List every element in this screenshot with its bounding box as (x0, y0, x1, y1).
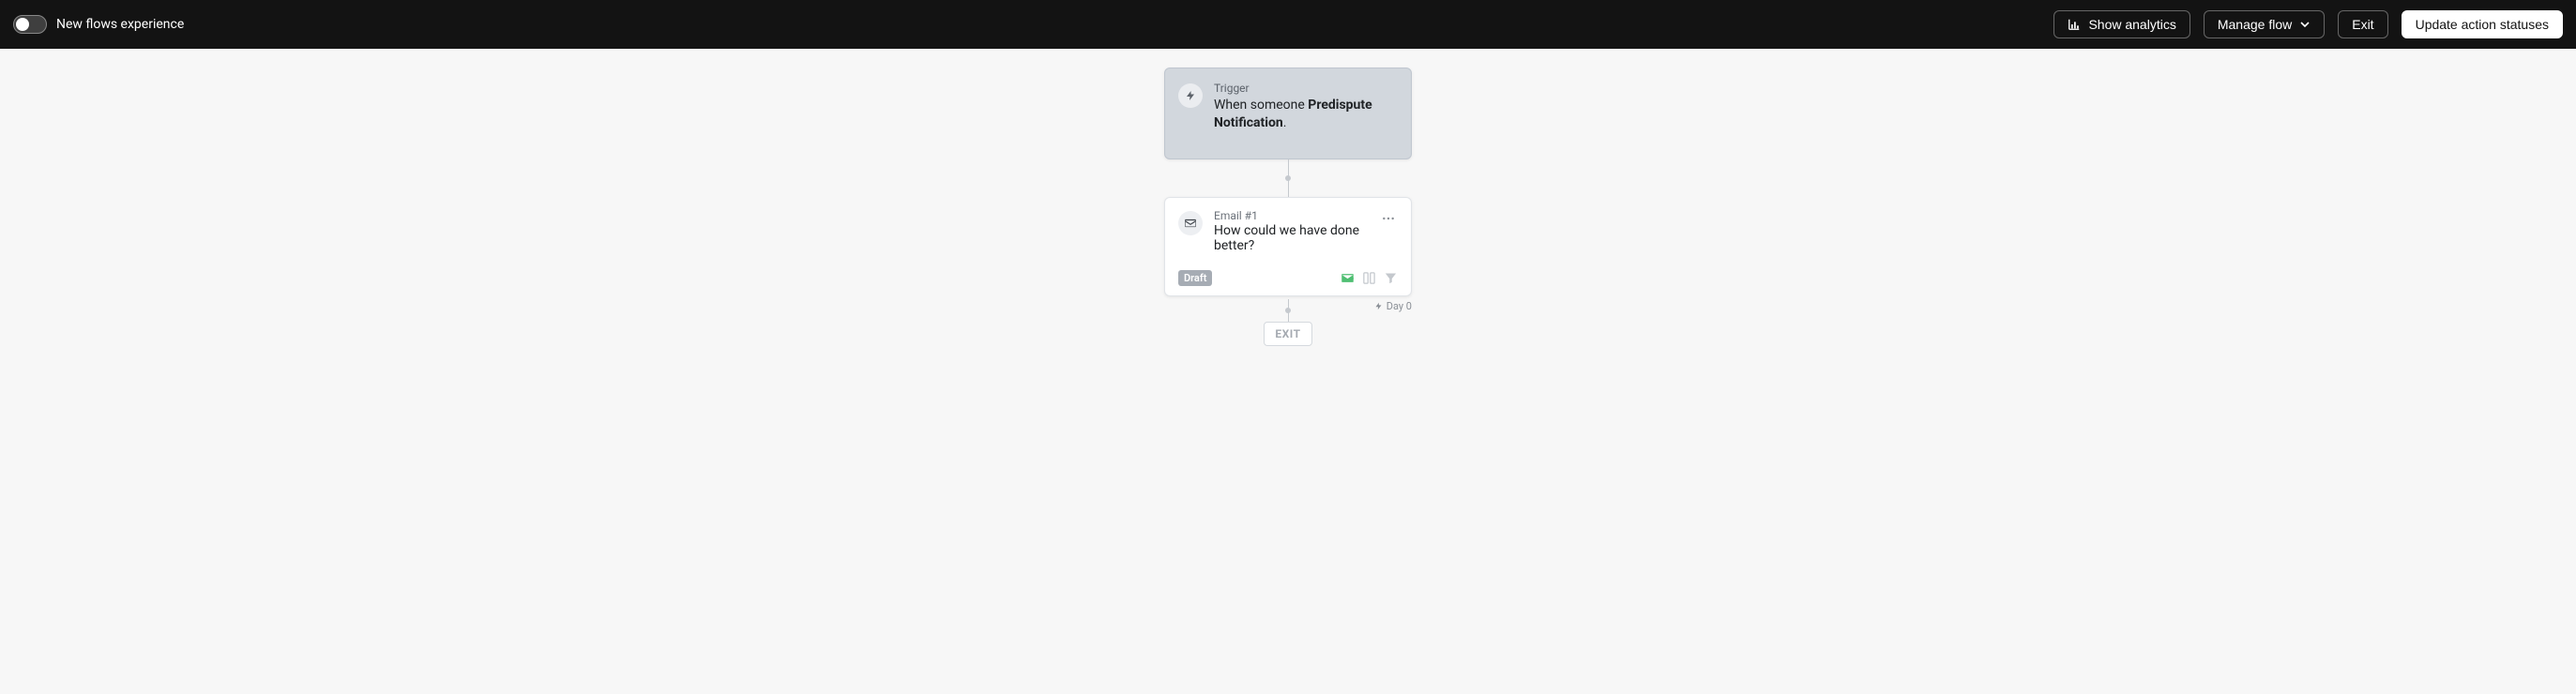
manage-flow-button[interactable]: Manage flow (2204, 10, 2325, 38)
show-analytics-label: Show analytics (2088, 17, 2175, 32)
smart-send-icon (1341, 271, 1355, 285)
email-icon-wrap (1178, 211, 1203, 235)
trigger-card[interactable]: Trigger When someone Predispute Notifica… (1164, 68, 1412, 159)
toggle-label: New flows experience (56, 17, 184, 32)
email-top: Email #1 How could we have done better? (1165, 198, 1411, 263)
trigger-label: Trigger (1214, 82, 1398, 95)
manage-flow-label: Manage flow (2218, 17, 2292, 32)
email-card[interactable]: Email #1 How could we have done better? … (1164, 197, 1412, 296)
exit-label: Exit (2352, 17, 2373, 32)
topbar-left: New flows experience (13, 15, 184, 34)
connector-dot-1[interactable] (1285, 175, 1291, 181)
lightning-icon (1185, 90, 1196, 101)
update-action-statuses-button[interactable]: Update action statuses (2402, 10, 2563, 38)
lightning-small-icon (1374, 302, 1383, 310)
email-title: How could we have done better? (1214, 223, 1368, 253)
email-label: Email #1 (1214, 209, 1368, 222)
email-meta: Email #1 How could we have done better? (1214, 209, 1368, 253)
trigger-icon-wrap (1178, 83, 1203, 108)
analytics-icon (2068, 18, 2081, 31)
topbar-right: Show analytics Manage flow Exit Update a… (2053, 10, 2563, 38)
top-bar: New flows experience Show analytics Mana… (0, 0, 2576, 49)
filter-icon (1384, 271, 1398, 285)
flow-canvas[interactable]: Trigger When someone Predispute Notifica… (0, 49, 2576, 694)
toggle-knob (16, 18, 29, 31)
update-action-statuses-label: Update action statuses (2416, 17, 2549, 32)
connector-2 (1288, 299, 1289, 322)
flow-column: Trigger When someone Predispute Notifica… (1164, 68, 1412, 346)
trigger-prefix: When someone (1214, 98, 1308, 113)
connector-dot-2[interactable] (1285, 308, 1291, 313)
status-icons (1341, 271, 1398, 285)
new-flows-toggle[interactable] (13, 15, 47, 34)
trigger-text: When someone Predispute Notification. (1214, 97, 1398, 132)
ab-test-icon (1362, 271, 1376, 285)
envelope-icon (1184, 217, 1197, 230)
day-text: Day 0 (1386, 300, 1412, 312)
chevron-down-icon (2299, 19, 2311, 30)
show-analytics-button[interactable]: Show analytics (2053, 10, 2190, 38)
email-card-menu[interactable] (1379, 209, 1398, 228)
dots-horizontal-icon (1381, 211, 1396, 226)
email-bottom: Draft (1165, 263, 1411, 295)
connector-1 (1288, 159, 1289, 197)
exit-button[interactable]: Exit (2338, 10, 2387, 38)
exit-node[interactable]: EXIT (1264, 322, 1311, 346)
trigger-suffix: . (1283, 115, 1287, 130)
trigger-body: Trigger When someone Predispute Notifica… (1214, 82, 1398, 132)
draft-badge: Draft (1178, 270, 1212, 286)
